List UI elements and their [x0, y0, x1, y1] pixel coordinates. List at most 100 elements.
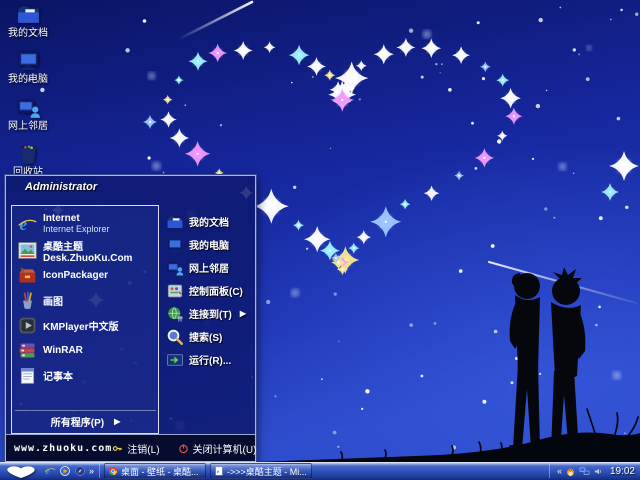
submenu-arrow-icon: ▶ [114, 417, 120, 426]
taskbar-task-area: 桌面 - 壁纸 - 桌酷... e->>>桌酷主题 - Mi... [100, 463, 549, 479]
item-sublabel: Internet Explorer [43, 224, 110, 235]
paint-icon [17, 290, 38, 311]
shut-down-label: 关闭计算机(U) [193, 441, 257, 456]
submenu-arrow-icon: ▶ [240, 309, 250, 318]
item-label: IconPackager [43, 270, 108, 281]
desktop-icon-label: 我的文档 [2, 28, 54, 39]
my-documents-icon [166, 213, 184, 231]
item-label: 连接到(T) [189, 306, 232, 321]
winrar-icon [17, 340, 38, 361]
all-programs-label: 所有程序(P) [51, 414, 104, 429]
my-computer-icon [166, 236, 184, 254]
internet-explorer-icon: e [17, 214, 38, 235]
qq-penguin-icon [565, 466, 576, 477]
iconpackager-icon [17, 265, 38, 286]
desktop: 我的文档我的电脑网上邻居回收站 Administrator eInternetI… [0, 0, 640, 480]
item-label: 画图 [43, 293, 63, 308]
internet-explorer-icon: e [44, 465, 56, 477]
media-player-icon [59, 465, 71, 477]
volume-icon [593, 466, 604, 477]
item-label: 桌酷主题Desk.ZhuoKu.Com [43, 238, 154, 264]
item-label: 我的电脑 [189, 237, 229, 252]
network-icon [579, 466, 590, 477]
item-label: Internet [43, 213, 110, 224]
taskbar-task-2[interactable]: e->>>桌酷主题 - Mi... [210, 463, 312, 479]
start-right-item-my-documents[interactable]: 我的文档 [164, 210, 252, 233]
taskbar: e » 桌面 - 壁纸 - 桌酷...e->>>桌酷主题 - Mi... « 1… [0, 462, 640, 480]
start-menu-places-list: 我的文档我的电脑网上邻居控制面板(C) 连接到(T) ▶ 搜索(S) 运行(R)... [159, 205, 253, 434]
quick-launch-overflow-chevron-icon[interactable]: » [89, 465, 94, 477]
all-programs-item[interactable]: 所有程序(P) ▶ [15, 410, 156, 431]
start-button[interactable] [0, 462, 42, 480]
chrome-icon [108, 466, 118, 476]
my-computer-icon [16, 48, 41, 73]
start-left-item-notepad[interactable]: 记事本 [15, 363, 156, 388]
start-menu-pinned-list: e InternetInternet Explorer 桌酷主题Desk.ZhuoK… [11, 205, 159, 434]
control-panel-icon [166, 282, 184, 300]
log-off-button[interactable]: 注销(L) [112, 441, 159, 456]
item-label: 运行(R)... [189, 352, 231, 367]
start-left-item-zhuoku-theme[interactable]: 桌酷主题Desk.ZhuoKu.Com [15, 238, 156, 263]
notepad-icon [17, 365, 38, 386]
item-label: 控制面板(C) [189, 283, 243, 298]
quick-launch-media-player[interactable] [59, 465, 71, 477]
taskbar-task-1[interactable]: 桌面 - 壁纸 - 桌酷... [104, 463, 206, 479]
start-left-item-internet-explorer[interactable]: e InternetInternet Explorer [15, 210, 156, 238]
system-tray: « 19:02 [549, 464, 640, 478]
desktop-icon-my-documents[interactable]: 我的文档 [2, 2, 54, 39]
network-places-icon [16, 95, 41, 120]
start-right-item-my-computer[interactable]: 我的电脑 [164, 233, 252, 256]
item-label: 网上邻居 [189, 260, 229, 275]
power-icon [178, 443, 189, 454]
item-label: WinRAR [43, 345, 83, 356]
network-places-icon [166, 259, 184, 277]
log-off-label: 注销(L) [127, 441, 159, 456]
quick-launch-internet-explorer[interactable]: e [44, 465, 56, 477]
ie-page-icon: e [214, 466, 224, 476]
task-label: 桌面 - 壁纸 - 桌酷... [121, 465, 199, 478]
recycle-bin-icon [16, 141, 41, 166]
task-label: ->>>桌酷主题 - Mi... [227, 465, 307, 478]
my-documents-icon [16, 2, 41, 27]
search-icon [166, 328, 184, 346]
zhuoku-theme-icon [17, 240, 38, 261]
desktop-icon-label: 网上邻居 [2, 121, 54, 132]
start-left-item-iconpackager[interactable]: IconPackager [15, 263, 156, 288]
start-right-item-control-panel[interactable]: 控制面板(C) [164, 279, 252, 302]
start-right-item-search[interactable]: 搜索(S) [164, 325, 252, 348]
start-right-item-run[interactable]: 运行(R)... [164, 348, 252, 371]
start-left-item-winrar[interactable]: WinRAR [15, 338, 156, 363]
run-icon [166, 351, 184, 369]
heart-start-icon [3, 464, 39, 479]
tray-qq-icon[interactable] [565, 466, 576, 477]
start-right-item-network-places[interactable]: 网上邻居 [164, 256, 252, 279]
desktop-icon-label: 我的电脑 [2, 74, 54, 85]
connect-to-icon [166, 305, 184, 323]
log-off-key-icon [112, 443, 123, 454]
item-label: 搜索(S) [189, 329, 222, 344]
start-right-item-connect-to[interactable]: 连接到(T) ▶ [164, 302, 252, 325]
item-label: KMPlayer中文版 [43, 318, 119, 333]
kmplayer-icon [17, 315, 38, 336]
shut-down-button[interactable]: 关闭计算机(U) [178, 441, 257, 456]
start-left-item-paint[interactable]: 画图 [15, 288, 156, 313]
start-left-item-kmplayer[interactable]: KMPlayer中文版 [15, 313, 156, 338]
start-menu-footer: www.zhuoku.com 注销(L) 关闭计算机(U) [6, 434, 255, 461]
zhuoku-watermark: www.zhuoku.com [14, 443, 112, 454]
desktop-icon-recycle-bin[interactable]: 回收站 [2, 141, 54, 178]
tray-volume-icon[interactable] [593, 466, 604, 477]
quick-launch-bar: e » [42, 464, 100, 478]
start-menu-username: Administrator [25, 181, 97, 193]
browser-icon [74, 465, 86, 477]
tray-collapse-chevron-icon[interactable]: « [557, 465, 562, 477]
taskbar-clock: 19:02 [610, 466, 635, 477]
tray-network-icon[interactable] [579, 466, 590, 477]
item-label: 我的文档 [189, 214, 229, 229]
desktop-icon-network-places[interactable]: 网上邻居 [2, 95, 54, 132]
start-menu: Administrator e InternetInternet Explorer… [5, 175, 256, 462]
start-menu-body: e InternetInternet Explorer 桌酷主题Desk.ZhuoK… [6, 204, 255, 434]
item-label: 记事本 [43, 368, 73, 383]
quick-launch-browser[interactable] [74, 465, 86, 477]
desktop-icon-my-computer[interactable]: 我的电脑 [2, 48, 54, 85]
start-menu-header: Administrator [6, 176, 255, 204]
